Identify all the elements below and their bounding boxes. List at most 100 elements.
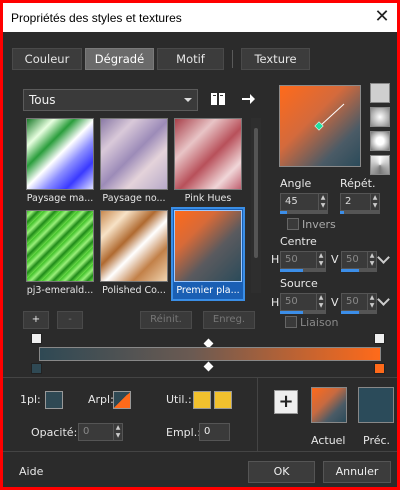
tab-degrade[interactable]: Dégradé bbox=[85, 48, 154, 70]
gradient-label: Polished Co... bbox=[102, 285, 166, 296]
current-swatch[interactable] bbox=[311, 387, 347, 423]
opacity-input[interactable]: 0 ▲ ▼ bbox=[78, 423, 123, 441]
gradient-swatch bbox=[174, 118, 242, 190]
link-label: Liaison bbox=[300, 316, 339, 329]
remove-gradient-button[interactable]: - bbox=[57, 311, 83, 329]
scrollbar-thumb[interactable] bbox=[254, 128, 258, 258]
tab-couleur[interactable]: Couleur bbox=[12, 48, 82, 70]
rectangular-style-icon[interactable] bbox=[370, 107, 390, 127]
chevron-down-icon bbox=[184, 98, 192, 102]
center-v-slider[interactable] bbox=[341, 269, 377, 272]
color-stop-start[interactable] bbox=[31, 363, 42, 374]
angle-value: 45 bbox=[285, 196, 298, 207]
source-picker-icon[interactable] bbox=[377, 293, 390, 306]
gradient-list-scrollbar[interactable] bbox=[251, 118, 261, 293]
gradient-swatch bbox=[100, 118, 168, 190]
center-v-label: V bbox=[331, 253, 339, 266]
gradient-item[interactable]: Pink Hues bbox=[173, 117, 243, 207]
opacity-stop-start[interactable] bbox=[31, 333, 42, 344]
divider bbox=[257, 377, 258, 451]
gradient-filter-dropdown[interactable]: Tous bbox=[23, 89, 198, 111]
filter-value: Tous bbox=[29, 93, 56, 107]
spin-arrows-icon[interactable]: ▲ ▼ bbox=[316, 294, 325, 310]
opacity-value: 0 bbox=[83, 426, 90, 437]
add-gradient-button[interactable]: + bbox=[23, 311, 49, 329]
gradient-label: Paysage ma... bbox=[26, 193, 94, 204]
spin-arrows-icon[interactable]: ▲ ▼ bbox=[370, 194, 379, 210]
angle-label: Angle bbox=[280, 177, 312, 190]
invert-checkbox[interactable] bbox=[287, 218, 299, 230]
angle-slider[interactable] bbox=[280, 211, 328, 214]
angle-input[interactable]: 45 ▲ ▼ bbox=[280, 193, 328, 211]
cancel-button[interactable]: Annuler bbox=[323, 461, 391, 483]
center-h-value: 50 bbox=[285, 254, 298, 265]
close-icon[interactable]: ✕ bbox=[371, 6, 393, 28]
add-to-swatches-icon[interactable]: + bbox=[274, 390, 298, 414]
linear-style-icon[interactable] bbox=[370, 83, 390, 103]
spin-arrows-icon[interactable]: ▲ ▼ bbox=[318, 194, 327, 210]
tab-divider bbox=[232, 50, 233, 68]
background-swatch[interactable] bbox=[113, 391, 131, 409]
spin-arrows-icon[interactable]: ▲ ▼ bbox=[367, 294, 376, 310]
gradient-properties-dialog: Propriétés des styles et textures ✕ Coul… bbox=[3, 3, 397, 487]
source-h-input[interactable]: 50 ▲ ▼ bbox=[280, 293, 326, 311]
gradient-swatch bbox=[26, 118, 94, 190]
repeat-slider[interactable] bbox=[340, 211, 380, 214]
repeat-slider-fill bbox=[340, 211, 344, 214]
gradient-item[interactable]: Paysage ma... bbox=[25, 117, 95, 207]
save-button[interactable]: Enreg. bbox=[203, 311, 255, 329]
center-v-value: 50 bbox=[346, 254, 359, 265]
angle-slider-fill bbox=[280, 211, 287, 214]
repeat-label: Répét. bbox=[340, 177, 376, 190]
source-v-slider[interactable] bbox=[341, 311, 377, 314]
first-plan-swatch[interactable] bbox=[45, 391, 63, 409]
gradient-item[interactable]: Polished Co... bbox=[99, 209, 169, 299]
source-h-value: 50 bbox=[285, 296, 298, 307]
link-checkbox[interactable] bbox=[285, 316, 297, 328]
user-swatch-2[interactable] bbox=[214, 391, 232, 409]
previous-swatch[interactable] bbox=[358, 387, 394, 423]
spin-arrows-icon[interactable]: ▲ ▼ bbox=[367, 252, 376, 268]
tab-texture[interactable]: Texture bbox=[241, 48, 310, 70]
window-title: Propriétés des styles et textures bbox=[11, 11, 182, 25]
sunburst-style-icon[interactable] bbox=[370, 155, 390, 175]
gradient-bar[interactable] bbox=[39, 347, 381, 361]
book-icon[interactable] bbox=[209, 90, 227, 108]
background-label: Arpl: bbox=[88, 393, 114, 406]
center-h-slider[interactable] bbox=[280, 269, 326, 272]
opacity-stop-end[interactable] bbox=[374, 333, 385, 344]
source-v-value: 50 bbox=[346, 296, 359, 307]
center-v-input[interactable]: 50 ▲ ▼ bbox=[341, 251, 377, 269]
center-v-slider-fill bbox=[341, 269, 359, 272]
repeat-input[interactable]: 2 ▲ ▼ bbox=[340, 193, 380, 211]
source-v-label: V bbox=[331, 296, 339, 309]
source-h-label: H bbox=[271, 296, 280, 309]
tab-motif[interactable]: Motif bbox=[157, 48, 224, 70]
gradient-label: pj3-emerald... bbox=[26, 285, 94, 296]
opacity-label: Opacité: bbox=[31, 426, 78, 439]
spin-arrows-icon[interactable]: ▲ ▼ bbox=[316, 252, 325, 268]
radial-style-icon[interactable] bbox=[370, 131, 390, 151]
gradient-swatch bbox=[26, 210, 94, 282]
repeat-value: 2 bbox=[345, 196, 352, 207]
user-swatch[interactable] bbox=[193, 391, 211, 409]
color-stop-end[interactable] bbox=[374, 363, 385, 374]
gradient-preview[interactable] bbox=[279, 85, 361, 167]
source-h-slider[interactable] bbox=[280, 311, 326, 314]
reset-button[interactable]: Réinit. bbox=[140, 311, 192, 329]
arrow-right-icon[interactable] bbox=[239, 90, 257, 108]
divider bbox=[3, 451, 397, 452]
center-picker-icon[interactable] bbox=[377, 251, 390, 264]
location-input[interactable]: 0 bbox=[199, 423, 230, 441]
source-v-input[interactable]: 50 ▲ ▼ bbox=[341, 293, 377, 311]
gradient-swatch bbox=[100, 210, 168, 282]
spin-arrows-icon[interactable]: ▲ ▼ bbox=[113, 424, 122, 440]
gradient-item-selected[interactable]: Premier pla... bbox=[171, 207, 245, 301]
color-midpoint[interactable] bbox=[203, 361, 214, 372]
gradient-item[interactable]: pj3-emerald... bbox=[25, 209, 95, 299]
center-h-input[interactable]: 50 ▲ ▼ bbox=[280, 251, 326, 269]
ok-button[interactable]: OK bbox=[248, 461, 315, 483]
gradient-item[interactable]: Paysage no... bbox=[99, 117, 169, 207]
help-link[interactable]: Aide bbox=[19, 465, 43, 478]
source-h-slider-fill bbox=[280, 311, 303, 314]
